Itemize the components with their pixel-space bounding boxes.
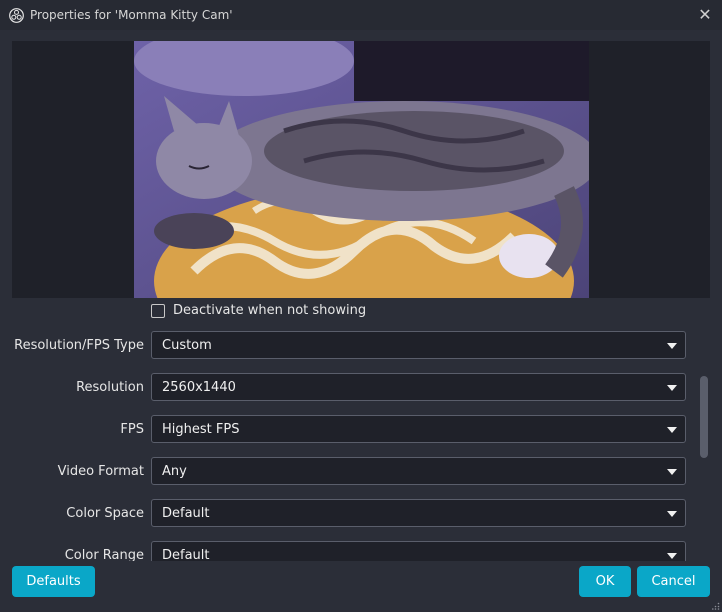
row-video-format: Video Format Any [12, 457, 698, 487]
row-resolution: Resolution 2560x1440 [12, 373, 698, 403]
resolution-fps-type-dropdown[interactable]: Custom [151, 331, 686, 359]
chevron-down-icon [667, 553, 677, 559]
resize-grip-icon[interactable] [712, 602, 720, 610]
close-icon[interactable]: ✕ [696, 5, 714, 24]
checkbox-label: Deactivate when not showing [173, 303, 367, 318]
chevron-down-icon [667, 427, 677, 433]
chevron-down-icon [667, 385, 677, 391]
dropdown-value: Default [162, 506, 210, 521]
cancel-button[interactable]: Cancel [637, 566, 710, 597]
chevron-down-icon [667, 511, 677, 517]
deactivate-when-not-showing[interactable]: Deactivate when not showing [151, 303, 366, 318]
row-label: Video Format [57, 464, 144, 479]
source-preview [12, 41, 710, 298]
webcam-preview-image [134, 41, 589, 298]
checkbox[interactable] [151, 303, 165, 318]
row-label: Color Range [64, 548, 144, 561]
fps-dropdown[interactable]: Highest FPS [151, 415, 686, 443]
title-bar: Properties for 'Momma Kitty Cam' ✕ [0, 0, 722, 30]
row-label: Color Space [66, 506, 144, 521]
row-color-space: Color Space Default [12, 499, 698, 529]
properties-scrollbar[interactable] [699, 302, 709, 560]
video-format-dropdown[interactable]: Any [151, 457, 686, 485]
row-label: Resolution [76, 380, 144, 395]
dropdown-value: 2560x1440 [162, 380, 236, 395]
dropdown-value: Any [162, 464, 187, 479]
dropdown-value: Default [162, 548, 210, 561]
row-fps: FPS Highest FPS [12, 415, 698, 445]
properties-list: Deactivate when not showing Resolution/F… [12, 298, 698, 561]
row-resolution-fps-type: Resolution/FPS Type Custom [12, 331, 698, 361]
resolution-dropdown[interactable]: 2560x1440 [151, 373, 686, 401]
row-color-range: Color Range Default [12, 541, 698, 561]
color-range-dropdown[interactable]: Default [151, 541, 686, 561]
row-label: FPS [120, 422, 144, 437]
chevron-down-icon [667, 343, 677, 349]
obs-logo-icon [9, 7, 24, 23]
ok-button[interactable]: OK [579, 566, 631, 597]
window-title: Properties for 'Momma Kitty Cam' [30, 8, 233, 22]
color-space-dropdown[interactable]: Default [151, 499, 686, 527]
scrollbar-thumb[interactable] [700, 376, 708, 458]
dropdown-value: Custom [162, 338, 212, 353]
defaults-button[interactable]: Defaults [12, 566, 95, 597]
dropdown-value: Highest FPS [162, 422, 240, 437]
chevron-down-icon [667, 469, 677, 475]
row-label: Resolution/FPS Type [14, 338, 144, 353]
